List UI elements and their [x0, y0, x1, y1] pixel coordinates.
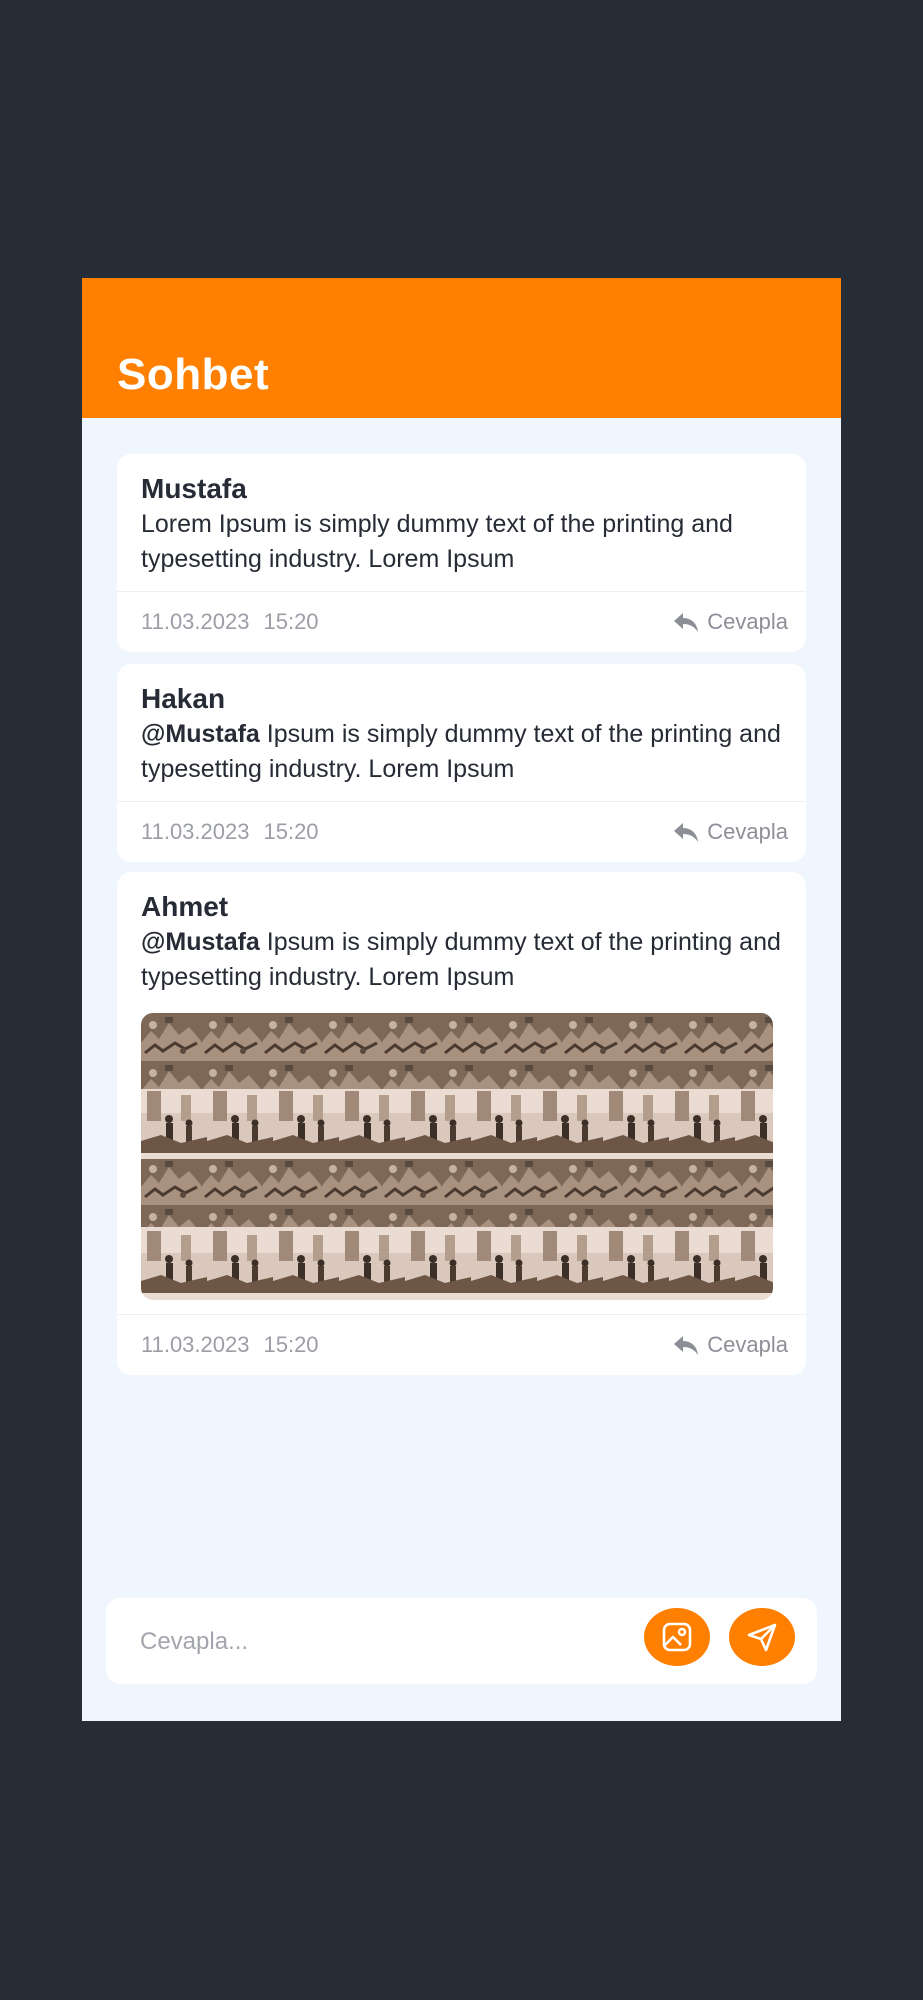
- message-body: Lorem Ipsum is simply dummy text of the …: [141, 510, 733, 573]
- page-title: Sohbet: [117, 350, 270, 399]
- message-author: Ahmet: [141, 891, 229, 922]
- message-author: Hakan: [141, 683, 226, 714]
- message-text: @Mustafa Ipsum is simply dummy text of t…: [141, 717, 782, 787]
- message-photo[interactable]: [141, 1013, 773, 1300]
- reply-composer: [106, 1598, 817, 1686]
- chat-header: Sohbet: [82, 278, 841, 418]
- message-mention[interactable]: @Mustafa: [141, 928, 260, 956]
- reply-button[interactable]: Cevapla: [673, 1332, 788, 1358]
- photo-image: [141, 1013, 773, 1300]
- attach-image-button[interactable]: [644, 1608, 710, 1666]
- reply-arrow-icon: [674, 823, 699, 842]
- message-card: Hakan @Mustafa Ipsum is simply dummy tex…: [117, 664, 806, 862]
- reply-label: Cevapla: [707, 819, 788, 844]
- message-time: 15:20: [263, 819, 319, 844]
- send-button[interactable]: [729, 1608, 795, 1666]
- message-timestamp: 11.03.2023 15:20: [141, 609, 319, 635]
- chat-panel: Sohbet Mustafa Lorem Ipsum is simply dum…: [82, 278, 841, 1721]
- message-mention[interactable]: @Mustafa: [141, 720, 260, 748]
- reply-label: Cevapla: [707, 609, 788, 634]
- message-timestamp: 11.03.2023 15:20: [141, 1332, 319, 1358]
- message-footer: 11.03.2023 15:20 Cevapla: [117, 801, 806, 862]
- image-icon: [662, 1622, 692, 1652]
- message-time: 15:20: [263, 609, 319, 634]
- reply-label: Cevapla: [707, 1332, 788, 1357]
- message-footer: 11.03.2023 15:20 Cevapla: [117, 1314, 806, 1375]
- reply-button[interactable]: Cevapla: [673, 609, 788, 635]
- message-author: Mustafa: [141, 473, 247, 504]
- message-date: 11.03.2023: [141, 819, 250, 844]
- message-card: Mustafa Lorem Ipsum is simply dummy text…: [117, 454, 806, 652]
- reply-arrow-icon: [674, 613, 699, 632]
- message-card: Ahmet @Mustafa Ipsum is simply dummy tex…: [117, 872, 806, 1375]
- reply-input[interactable]: [138, 1598, 622, 1686]
- message-time: 15:20: [263, 1332, 319, 1357]
- message-footer: 11.03.2023 15:20 Cevapla: [117, 591, 806, 652]
- message-text: Lorem Ipsum is simply dummy text of the …: [141, 507, 782, 577]
- message-date: 11.03.2023: [141, 1332, 250, 1357]
- reply-arrow-icon: [674, 1336, 699, 1355]
- message-date: 11.03.2023: [141, 609, 250, 634]
- message-timestamp: 11.03.2023 15:20: [141, 819, 319, 845]
- reply-button[interactable]: Cevapla: [673, 819, 788, 845]
- paper-plane-icon: [747, 1623, 777, 1652]
- message-text: @Mustafa Ipsum is simply dummy text of t…: [141, 925, 782, 995]
